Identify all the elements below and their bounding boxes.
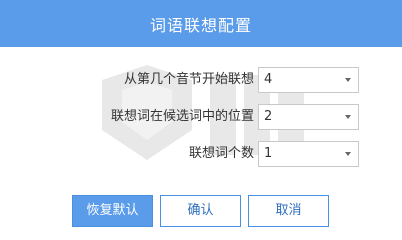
restore-default-button[interactable]: 恢复默认 — [72, 195, 153, 227]
chevron-down-icon — [345, 152, 351, 156]
confirm-button[interactable]: 确认 — [160, 195, 241, 227]
title-bar: 词语联想配置 — [0, 0, 402, 47]
candidate-position-value: 2 — [264, 109, 273, 124]
chevron-down-icon — [345, 78, 351, 82]
association-count-value: 1 — [264, 146, 273, 161]
chevron-down-icon — [345, 115, 351, 119]
start-syllable-select[interactable]: 4 — [258, 67, 359, 93]
candidate-position-label: 联想词在候选词中的位置 — [110, 109, 254, 124]
association-count-select[interactable]: 1 — [258, 141, 359, 167]
dialog-title: 词语联想配置 — [149, 15, 252, 35]
start-syllable-label: 从第几个音节开始联想 — [123, 72, 254, 87]
word-association-config-dialog: 词语联想配置 从第几个音节开始联想 4 联想词在候选词中的位置 2 联想词个数 … — [0, 0, 402, 236]
cancel-button[interactable]: 取消 — [248, 195, 329, 227]
association-count-label: 联想词个数 — [188, 146, 254, 161]
candidate-position-select[interactable]: 2 — [258, 104, 359, 130]
start-syllable-value: 4 — [264, 72, 273, 87]
